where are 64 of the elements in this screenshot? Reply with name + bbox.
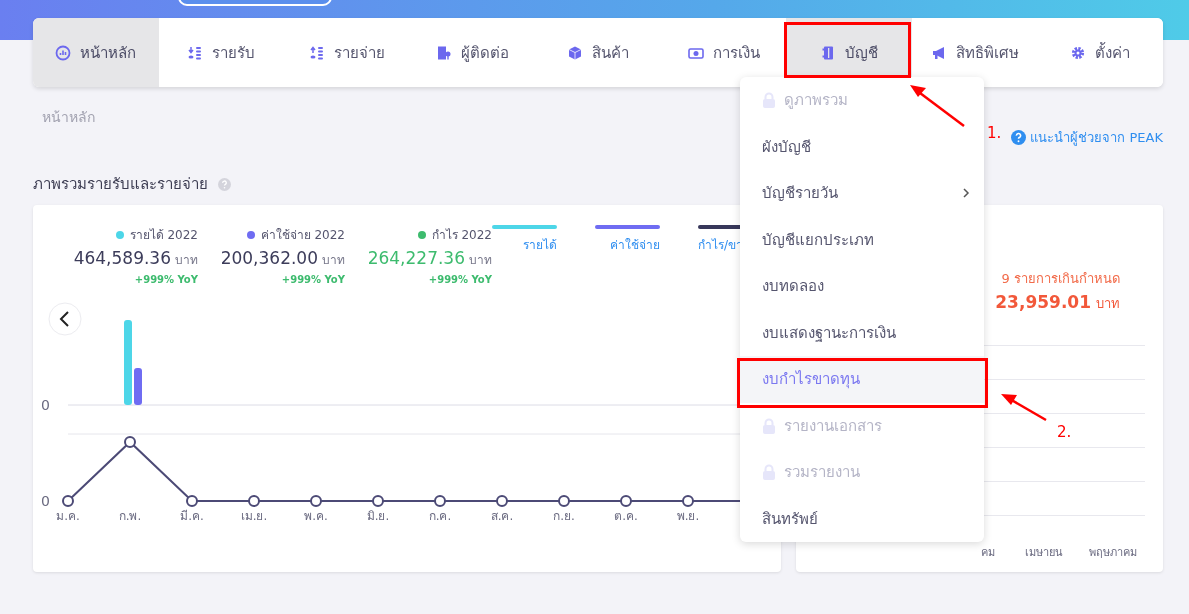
month-label: พ.ย. [676, 509, 700, 523]
stat-amount: 200,362.00 [220, 248, 318, 268]
menu-item[interactable]: สินทรัพย์ [740, 495, 984, 542]
nav-tab[interactable]: ตั้งค่า [1037, 18, 1163, 87]
month-label: ต.ค. [614, 509, 638, 523]
yoy-change: +999% YoY [134, 274, 198, 285]
currency-unit: บาท [175, 252, 198, 269]
dashboard-icon [55, 44, 72, 61]
section-title: ภาพรวมรายรับและรายจ่าย [33, 174, 208, 195]
stat-amount: 464,589.36 [73, 248, 171, 268]
menu-item[interactable]: งบแสดงฐานะการเงิน [740, 309, 984, 356]
month-label: ม.ค. [56, 509, 80, 523]
settings-icon [1070, 44, 1087, 61]
lock-icon [762, 464, 776, 481]
menu-item[interactable]: ผังบัญชี [740, 123, 984, 170]
month-label: พ.ค. [304, 509, 328, 523]
nav-tab[interactable]: รายจ่าย [284, 18, 410, 87]
month-label: ก.พ. [118, 509, 142, 523]
back-button[interactable] [48, 302, 82, 336]
nav-tab[interactable]: หน้าหลัก [33, 18, 159, 87]
overdue-label: 9 รายการเกินกำหนด [1001, 270, 1120, 288]
month-label: เม.ย. [240, 509, 268, 523]
month-label: คม [981, 545, 995, 561]
yoy-change: +999% YoY [428, 274, 492, 285]
megaphone-icon [930, 44, 947, 61]
coins-icon [187, 44, 204, 61]
building-icon [435, 44, 452, 61]
menu-item[interactable]: บัญชีแยกประเภท [740, 216, 984, 263]
nav-tab[interactable]: การเงิน [660, 18, 787, 87]
box-icon [567, 44, 584, 61]
month-label: ก.ย. [553, 509, 575, 523]
menu-item[interactable]: งบทดลอง [740, 263, 984, 310]
step-label: 2. [1057, 423, 1072, 441]
nav-tab[interactable]: ผู้ติดต่อ [409, 18, 536, 87]
month-label: เมษายน [1025, 545, 1063, 561]
legend-label[interactable]: รายได้ [523, 235, 557, 254]
month-label: มี.ค. [180, 509, 204, 523]
currency-unit: บาท [1096, 295, 1120, 313]
chevron-icon [962, 188, 970, 199]
yoy-change: +999% YoY [281, 274, 345, 285]
month-label: ก.ค. [428, 509, 452, 523]
stat-label: กำไร 2022 [431, 227, 492, 244]
lock-icon [762, 92, 776, 109]
legend-label[interactable]: ค่าใช้จ่าย [610, 235, 660, 254]
nav-tab[interactable]: รายรับ [158, 18, 285, 87]
axis-label: 0 [41, 397, 50, 413]
overdue-amount: 23,959.01 [995, 292, 1091, 312]
step-label: 1. [987, 124, 1002, 142]
currency-unit: บาท [322, 252, 345, 269]
month-label: ส.ค. [490, 509, 514, 523]
currency-unit: บาท [469, 252, 492, 269]
expense-bar [134, 368, 142, 405]
help-icon [1011, 129, 1027, 145]
month-label: พฤษภาคม [1089, 545, 1137, 561]
nav-tab[interactable]: สินค้า [535, 18, 661, 87]
axis-label: 0 [41, 493, 50, 509]
coins-icon [308, 44, 325, 61]
stat-label: รายได้ 2022 [129, 227, 198, 244]
stat-amount: 264,227.36 [367, 248, 465, 268]
month-label: มิ.ย. [366, 509, 390, 523]
menu-item[interactable]: บัญชีรายวัน [740, 170, 984, 217]
nav-tab[interactable]: สิทธิพิเศษ [911, 18, 1038, 87]
stat-label: ค่าใช้จ่าย 2022 [260, 227, 345, 244]
lock-icon [762, 417, 776, 434]
